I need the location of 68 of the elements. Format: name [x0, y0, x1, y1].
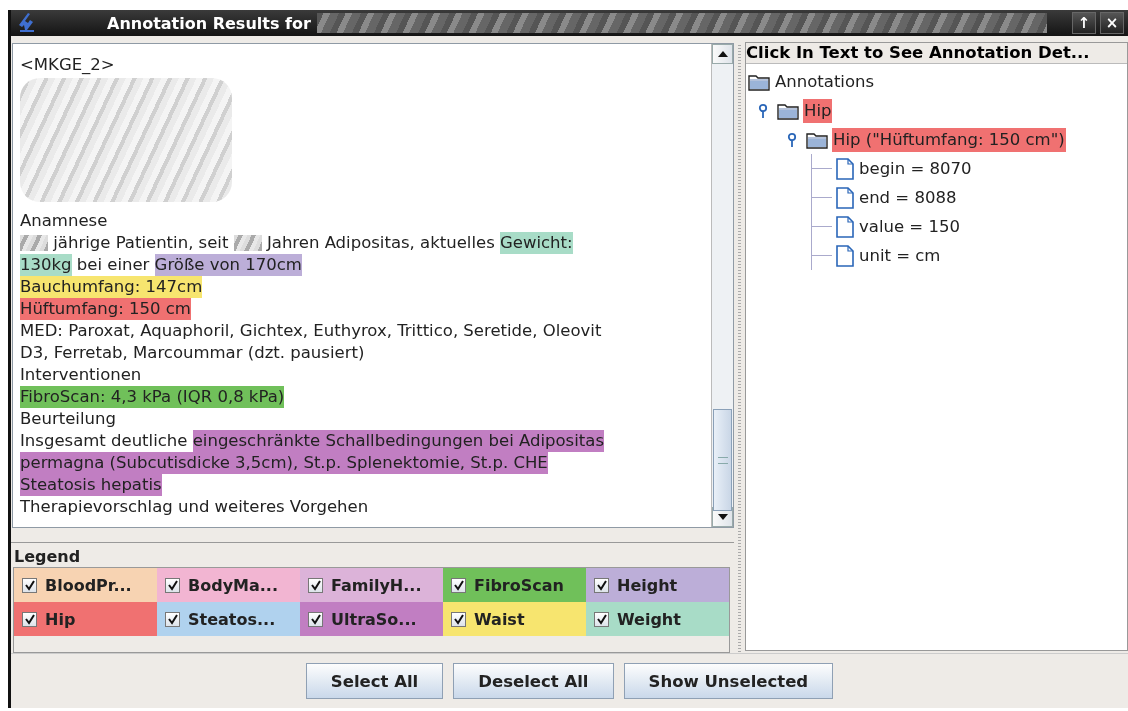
scroll-thumb[interactable]: [713, 409, 732, 511]
tree-node[interactable]: Annotations: [774, 69, 876, 94]
checkbox[interactable]: [165, 577, 180, 593]
checkbox[interactable]: [594, 611, 609, 627]
action-button[interactable]: Select All: [305, 663, 444, 699]
legend-item[interactable]: BodyMa...: [157, 568, 300, 602]
checkbox[interactable]: [165, 611, 180, 627]
highlighted-text: FibroScan: 4,3 kPa (IQR 0,8 kPa): [20, 386, 285, 408]
folder-icon: [806, 130, 828, 149]
tree-node[interactable]: end = 8088: [858, 185, 958, 210]
text-line: Insgesamt deutliche: [20, 430, 189, 452]
text-line: Interventionen: [20, 364, 142, 386]
highlighted-text: Größe von 170cm: [154, 254, 302, 276]
text-line: D3, Ferretab, Marcoummar (dzt. pausiert): [20, 342, 365, 364]
legend-item[interactable]: Height: [586, 568, 729, 602]
text-line: Beurteilung: [20, 408, 116, 430]
scroll-up-icon[interactable]: [712, 44, 733, 64]
legend-item[interactable]: Waist: [443, 602, 586, 636]
checkbox[interactable]: [22, 577, 37, 593]
text-line: Therapievorschlag und weiteres Vorgehen: [20, 496, 369, 518]
scrollbar[interactable]: [711, 44, 733, 527]
highlighted-text: permagna (Subcutisdicke 3,5cm), St.p. Splenektomie, St.p. CHE: [20, 452, 548, 474]
checkbox[interactable]: [451, 577, 466, 593]
text-line: Jahren Adipositas, aktuelles: [265, 232, 496, 254]
tree-node[interactable]: begin = 8070: [858, 156, 973, 181]
close-button[interactable]: ×: [1100, 12, 1124, 34]
highlighted-text: Gewicht:: [500, 232, 573, 254]
expanded-handle-icon[interactable]: [757, 102, 769, 119]
folder-icon: [777, 101, 799, 120]
expanded-handle-icon[interactable]: [786, 131, 798, 148]
highlighted-text: 130kg: [20, 254, 72, 276]
legend-item[interactable]: Steatos...: [157, 602, 300, 636]
text-line: <MKGE_2>: [20, 54, 115, 76]
legend-item[interactable]: UltraSo...: [300, 602, 443, 636]
legend-item[interactable]: FamilyH...: [300, 568, 443, 602]
tree-node[interactable]: value = 150: [858, 214, 961, 239]
action-button[interactable]: Show Unselected: [623, 663, 834, 699]
highlighted-text: eingeschränkte Schallbedingungen bei Adipositas: [192, 430, 604, 452]
file-icon: [836, 215, 854, 238]
file-icon: [836, 244, 854, 267]
text-line: Anamnese: [20, 210, 108, 232]
text-line: jährige Patientin, seit: [52, 232, 230, 254]
panel-header: Click In Text to See Annotation Det...: [746, 43, 1127, 64]
tree-node[interactable]: Hip: [803, 98, 833, 123]
checkbox[interactable]: [308, 611, 323, 627]
blurred-text: [20, 235, 48, 251]
legend-item[interactable]: Weight: [586, 602, 729, 636]
highlighted-text: Bauchumfang: 147cm: [20, 276, 203, 298]
checkbox[interactable]: [308, 577, 323, 593]
checkbox[interactable]: [22, 611, 37, 627]
text-line: bei einer: [75, 254, 151, 276]
action-button[interactable]: Deselect All: [453, 663, 614, 699]
tree-node[interactable]: unit = cm: [858, 243, 942, 268]
checkbox[interactable]: [451, 611, 466, 627]
text-line: MED: Paroxat, Aquaphoril, Gichtex, Euthyrox, Trittico, Seretide, Oleovit: [20, 320, 602, 342]
blurred-text: [233, 235, 262, 251]
legend-item[interactable]: BloodPr...: [14, 568, 157, 602]
file-icon: [836, 186, 854, 209]
checkbox[interactable]: [594, 577, 609, 593]
legend-item[interactable]: Hip: [14, 602, 157, 636]
maximize-button[interactable]: ↑: [1072, 12, 1096, 34]
highlighted-text: Steatosis hepatis: [20, 474, 162, 496]
legend-title: Legend: [13, 547, 82, 567]
highlighted-text: Hüftumfang: 150 cm: [20, 298, 191, 320]
file-icon: [836, 157, 854, 180]
window-title: Annotation Results for: [107, 13, 311, 33]
legend-item[interactable]: FibroScan: [443, 568, 586, 602]
tree-node[interactable]: Hip ("Hüftumfang: 150 cm"): [832, 127, 1066, 152]
